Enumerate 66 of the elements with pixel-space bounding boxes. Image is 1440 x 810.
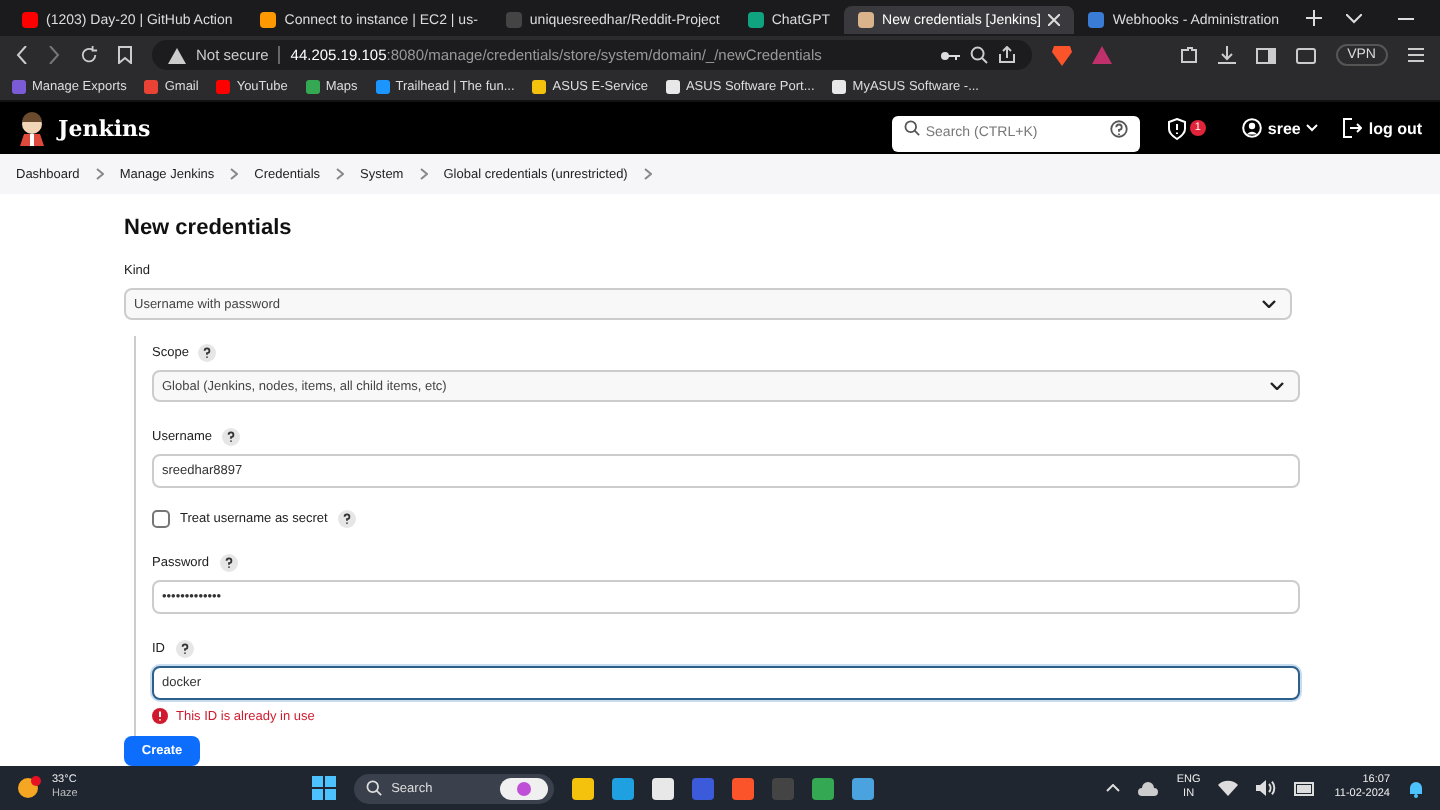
site-icon <box>505 12 522 28</box>
shield-icon[interactable] <box>1167 117 1186 139</box>
wifi-icon[interactable] <box>1218 780 1239 796</box>
extensions-icon[interactable] <box>1179 46 1198 64</box>
help-icon[interactable] <box>337 510 356 528</box>
key-icon[interactable] <box>940 49 960 61</box>
help-icon[interactable] <box>221 428 240 446</box>
logout-icon <box>1342 118 1363 138</box>
site-icon <box>832 80 847 94</box>
search-icon <box>903 120 920 136</box>
search-icon <box>365 780 382 796</box>
forward-icon[interactable] <box>48 46 60 64</box>
plus-icon[interactable] <box>1305 10 1322 26</box>
triangle-icon[interactable] <box>1092 46 1112 64</box>
bell-icon[interactable] <box>1408 779 1424 797</box>
user-icon <box>1241 118 1262 138</box>
close-icon[interactable] <box>1048 14 1061 26</box>
site-icon <box>12 80 26 94</box>
chevron-down-icon <box>1270 382 1284 390</box>
site-icon <box>375 80 390 94</box>
bookmark-icon[interactable] <box>118 46 132 64</box>
chevron-down-icon <box>1306 124 1319 132</box>
site-icon <box>260 12 277 28</box>
chevron-right-icon <box>419 168 428 180</box>
cloud-icon[interactable] <box>1138 781 1159 795</box>
menu-icon[interactable] <box>1408 48 1424 62</box>
site-icon <box>305 80 320 94</box>
chevron-right-icon <box>643 168 652 180</box>
chevron-right-icon <box>230 168 239 180</box>
warning-icon <box>168 47 186 63</box>
help-icon[interactable] <box>219 554 238 572</box>
zoom-icon[interactable] <box>970 46 988 64</box>
checkbox[interactable] <box>152 510 170 528</box>
help-icon[interactable] <box>1109 119 1128 137</box>
page-title: New credentials <box>124 216 294 240</box>
download-icon[interactable] <box>1217 46 1236 64</box>
chevron-up-icon[interactable] <box>1106 784 1121 792</box>
help-icon[interactable] <box>198 344 217 362</box>
help-icon[interactable] <box>175 640 193 658</box>
reload-icon[interactable] <box>80 46 98 64</box>
battery-icon[interactable] <box>1294 781 1317 795</box>
wallet-icon[interactable] <box>1295 47 1316 63</box>
share-icon[interactable] <box>998 46 1016 64</box>
butler-logo-icon <box>18 111 46 145</box>
jenkins-logo[interactable]: Jenkins <box>58 115 151 141</box>
site-icon <box>858 12 875 28</box>
site-icon <box>747 12 764 28</box>
site-icon <box>216 80 231 94</box>
site-icon <box>144 80 159 94</box>
volume-icon[interactable] <box>1256 780 1277 796</box>
back-icon[interactable] <box>16 46 28 64</box>
error-icon <box>152 708 168 724</box>
chevron-right-icon <box>336 168 345 180</box>
sidebar-icon[interactable] <box>1255 47 1276 63</box>
windows-start-icon[interactable] <box>311 776 336 800</box>
user-menu[interactable]: sree <box>1241 118 1319 138</box>
site-icon <box>665 80 680 94</box>
site-icon <box>532 80 547 94</box>
logout-link[interactable]: log out <box>1342 118 1422 138</box>
site-icon <box>1088 12 1105 28</box>
chevron-right-icon <box>95 168 104 180</box>
minimize-icon[interactable] <box>1397 17 1414 19</box>
weather-icon <box>16 776 44 800</box>
chevron-down-icon <box>1262 300 1276 308</box>
site-icon <box>22 12 38 28</box>
chevron-down-icon[interactable] <box>1345 13 1362 23</box>
